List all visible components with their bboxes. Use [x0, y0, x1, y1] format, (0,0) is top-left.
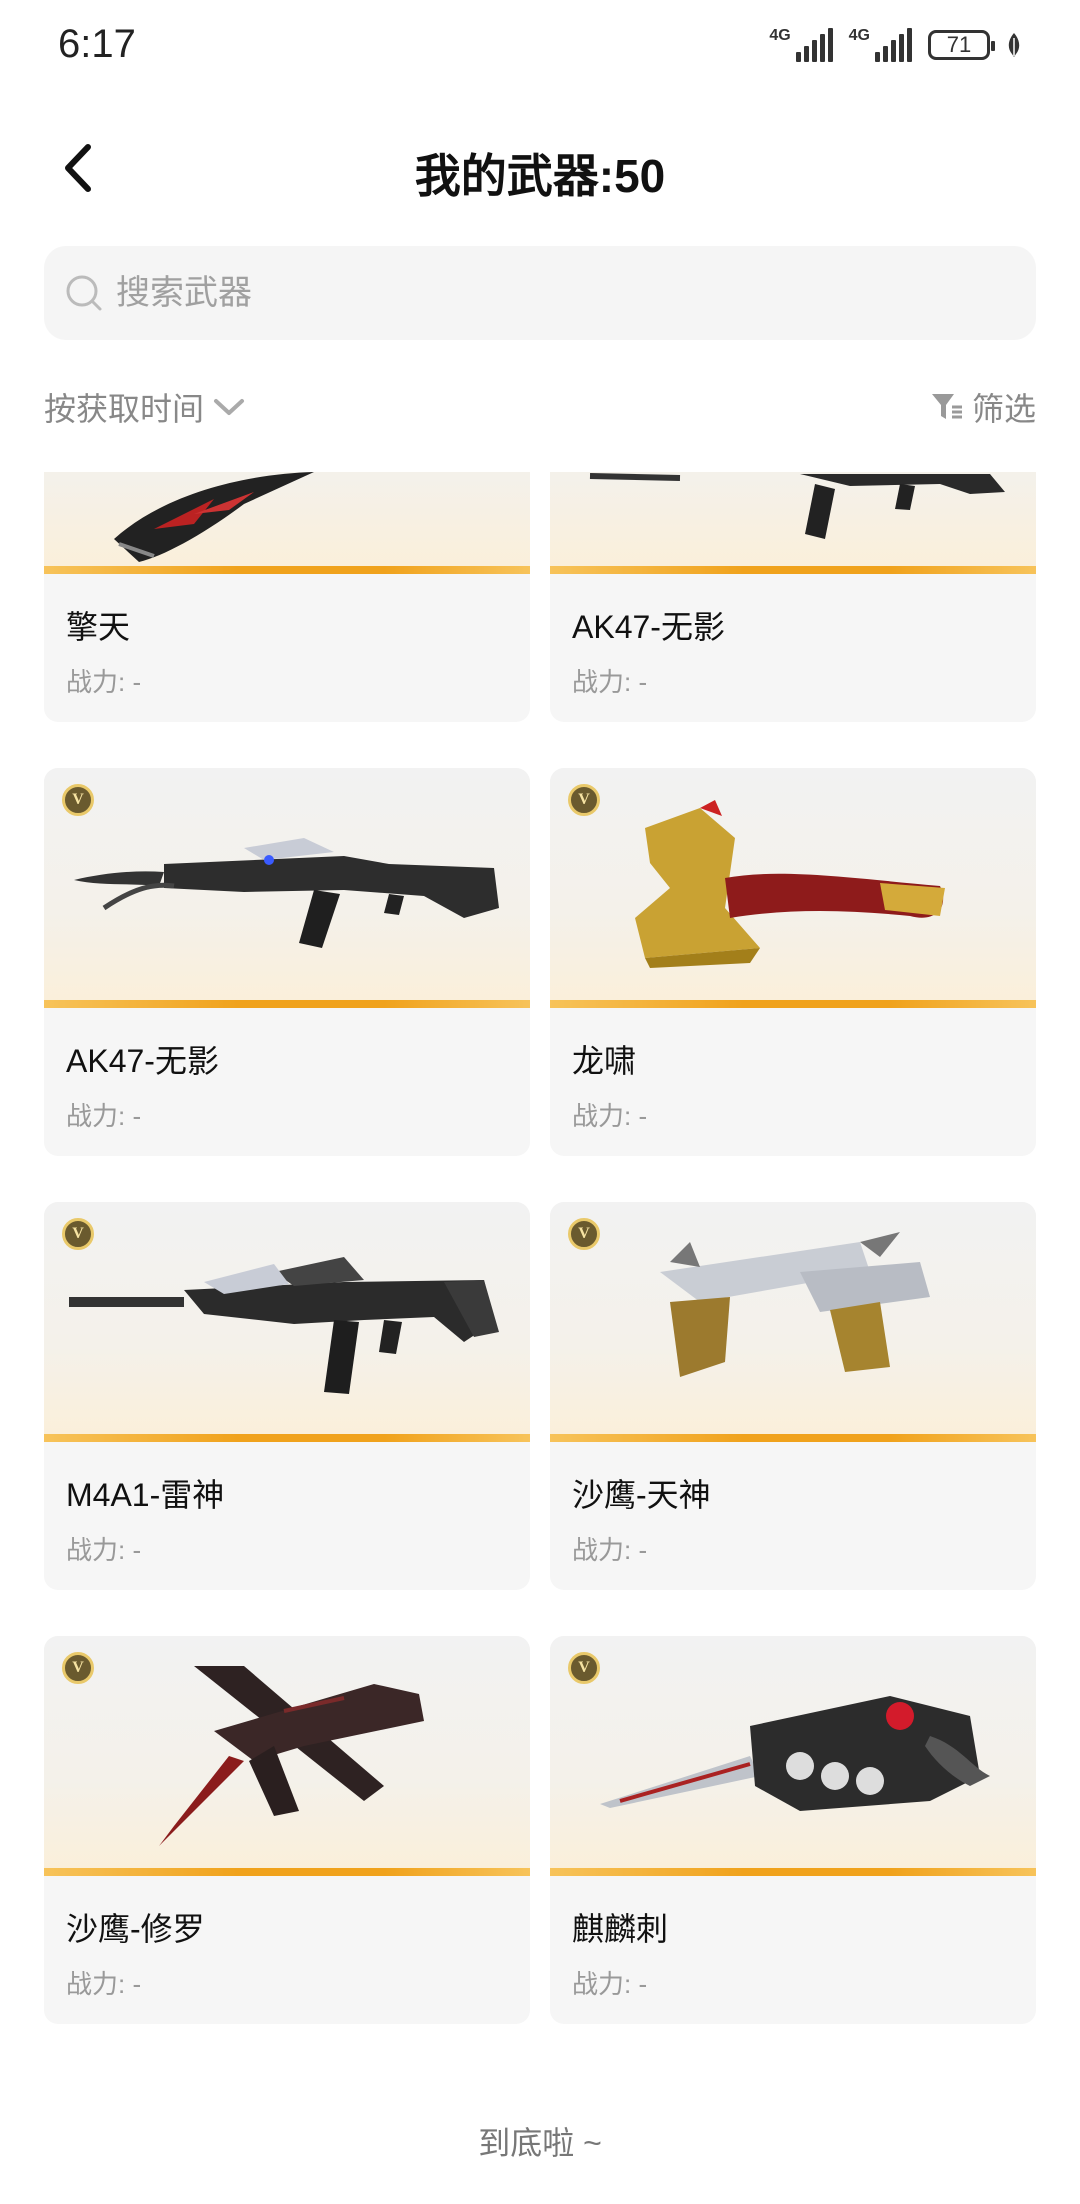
header: 我的武器:50 — [0, 118, 1080, 218]
weapon-card[interactable]: V 沙鹰-天神 战力: - — [550, 1202, 1036, 1590]
funnel-icon — [931, 394, 962, 419]
sort-label: 按获取时间 — [44, 391, 205, 427]
weapon-name: 麒麟刺 — [572, 1911, 669, 1947]
battery-level: 71 — [946, 32, 972, 57]
weapon-name: 龙啸 — [572, 1043, 637, 1079]
weapon-power: 战力: - — [572, 667, 648, 697]
blade-weapon-icon — [114, 472, 314, 562]
page-title: 我的武器:50 — [414, 150, 666, 202]
filter-button[interactable]: 筛选 — [930, 384, 1036, 430]
weapon-card[interactable]: V 麒麟刺 战力: - — [550, 1636, 1036, 2024]
leaf-icon — [1008, 33, 1020, 57]
search-bar[interactable] — [44, 246, 1036, 340]
weapon-power: 战力: - — [66, 1101, 142, 1131]
weapon-name: AK47-无影 — [572, 609, 725, 645]
weapon-power: 战力: - — [66, 1535, 142, 1565]
battery-icon: 71 — [928, 30, 995, 60]
weapon-name: AK47-无影 — [66, 1043, 219, 1079]
end-of-list-text: 到底啦 ~ — [478, 2125, 602, 2161]
status-icons: 4G 4G 71 — [769, 28, 1022, 62]
rifle-weapon-icon — [589, 473, 1005, 539]
weapon-image: V — [550, 1636, 1036, 1876]
sort-filter-row: 按获取时间 筛选 — [44, 384, 1036, 434]
weapon-card[interactable]: 擎天 战力: - — [44, 472, 530, 722]
search-icon — [66, 275, 102, 311]
weapon-power: 战力: - — [572, 1101, 648, 1131]
dual-pistol-weapon-icon — [660, 1232, 930, 1377]
weapon-grid: 擎天 战力: - AK47-无影 战力: - V AK47-无影 战力: - V… — [44, 472, 1036, 2024]
weapon-name: M4A1-雷神 — [66, 1477, 225, 1513]
weapon-power: 战力: - — [66, 1969, 142, 1999]
weapon-card[interactable]: V 龙啸 战力: - — [550, 768, 1036, 1156]
ak47-weapon-icon — [74, 838, 499, 948]
m4a1-weapon-icon — [69, 1257, 499, 1394]
signal-icon: 4G — [849, 28, 912, 62]
weapon-image: V — [44, 1636, 530, 1876]
weapon-name: 沙鹰-修罗 — [66, 1911, 205, 1947]
weapon-power: 战力: - — [572, 1535, 648, 1565]
weapon-grid-viewport[interactable]: 擎天 战力: - AK47-无影 战力: - V AK47-无影 战力: - V… — [0, 472, 1080, 2070]
network-type-label: 4G — [769, 27, 791, 44]
weapon-image — [44, 472, 530, 574]
knuckle-knife-weapon-icon — [600, 1696, 990, 1811]
weapon-image: V — [550, 1202, 1036, 1442]
status-bar: 6:17 4G 4G 71 — [0, 0, 1080, 92]
weapon-name: 沙鹰-天神 — [572, 1477, 711, 1513]
weapon-power: 战力: - — [66, 667, 142, 697]
weapon-image: V — [44, 1202, 530, 1442]
dragon-axe-weapon-icon — [635, 800, 945, 968]
status-time: 6:17 — [58, 22, 136, 66]
weapon-card[interactable]: AK47-无影 战力: - — [550, 472, 1036, 722]
signal-icon: 4G — [769, 27, 833, 62]
search-input[interactable] — [116, 273, 996, 313]
weapon-power: 战力: - — [572, 1969, 648, 1999]
weapon-card[interactable]: V 沙鹰-修罗 战力: - — [44, 1636, 530, 2024]
sort-dropdown-button[interactable]: 按获取时间 — [44, 384, 246, 430]
weapon-image: V — [44, 768, 530, 1008]
weapon-image — [550, 472, 1036, 574]
pistol-knife-weapon-icon — [159, 1666, 424, 1846]
weapon-card[interactable]: V M4A1-雷神 战力: - — [44, 1202, 530, 1590]
filter-label: 筛选 — [971, 391, 1036, 427]
weapon-card[interactable]: V AK47-无影 战力: - — [44, 768, 530, 1156]
weapon-image: V — [550, 768, 1036, 1008]
chevron-down-icon — [214, 399, 245, 415]
network-type-label: 4G — [848, 27, 870, 44]
weapon-name: 擎天 — [66, 609, 131, 645]
